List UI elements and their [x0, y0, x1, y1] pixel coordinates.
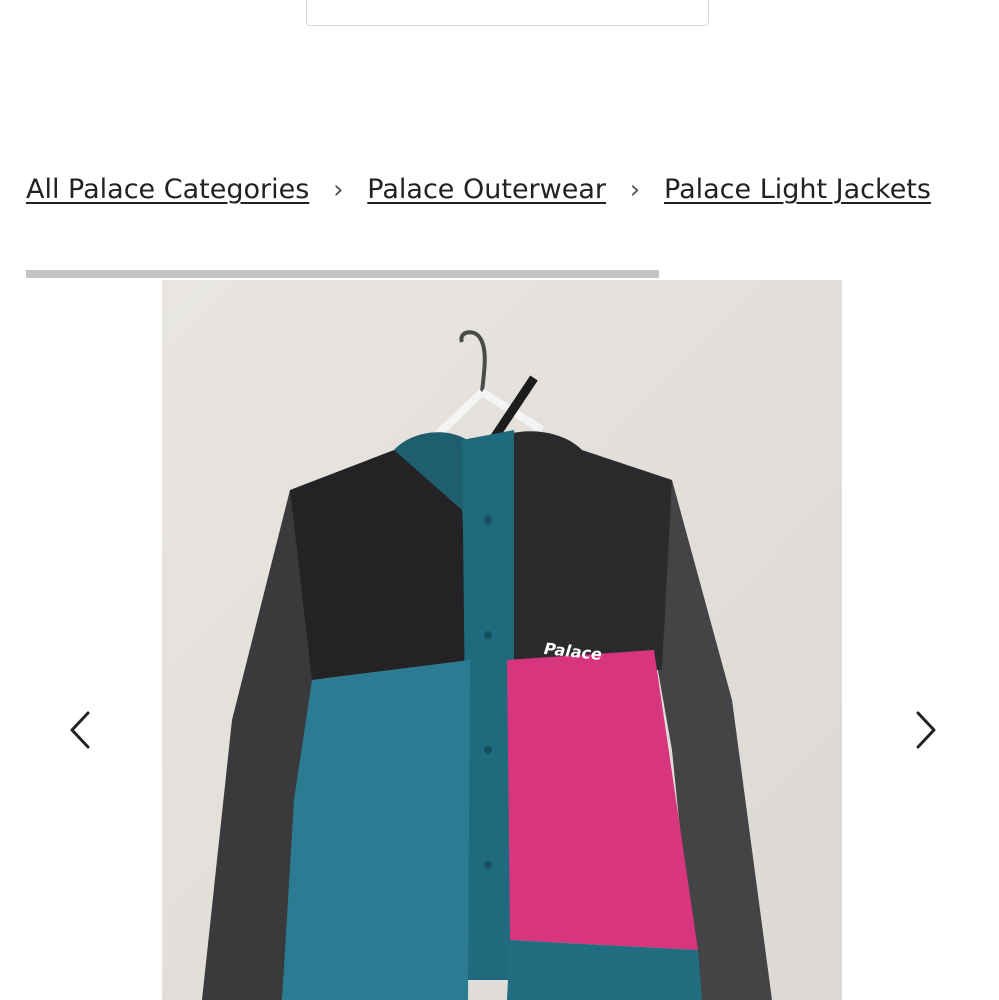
chevron-right-icon[interactable]: [906, 705, 946, 755]
breadcrumb-outerwear[interactable]: Palace Outerwear: [367, 168, 606, 212]
search-box[interactable]: [306, 0, 709, 26]
chevron-left-icon[interactable]: [60, 705, 100, 755]
gallery-progress-bar: [26, 270, 978, 278]
product-photo[interactable]: Palace: [162, 280, 842, 1000]
breadcrumb: All Palace Categories › Palace Outerwear…: [26, 168, 978, 212]
breadcrumb-separator-icon: ›: [333, 175, 344, 205]
breadcrumb-separator-icon: ›: [629, 175, 641, 205]
breadcrumb-all-categories[interactable]: All Palace Categories: [26, 168, 309, 212]
product-image-carousel[interactable]: Palace: [0, 280, 999, 1000]
gallery-progress-fill: [26, 270, 660, 278]
breadcrumb-light-jackets[interactable]: Palace Light Jackets: [664, 168, 931, 212]
